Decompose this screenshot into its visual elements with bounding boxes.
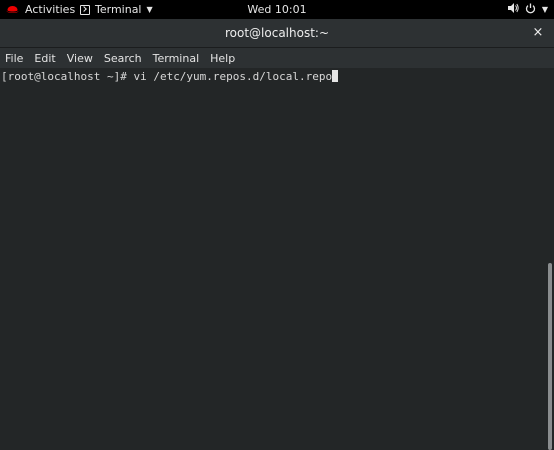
scrollbar[interactable] [546,68,554,450]
terminal-line: [root@localhost ~]# vi /etc/yum.repos.d/… [1,70,546,84]
app-menu-label: Terminal [95,3,142,16]
activities-button[interactable]: Activities [6,0,75,19]
menu-help[interactable]: Help [210,52,235,65]
close-button[interactable]: × [530,25,546,41]
typed-command: vi /etc/yum.repos.d/local.repo [133,70,333,83]
shell-prompt: [root@localhost ~]# [1,70,134,83]
system-tray[interactable]: ▼ [507,0,548,19]
terminal-area[interactable]: [root@localhost ~]# vi /etc/yum.repos.d/… [0,68,546,450]
power-icon[interactable] [525,3,536,17]
text-cursor [332,70,339,82]
activities-label: Activities [25,3,76,16]
redhat-icon [6,6,19,13]
terminal-icon [80,4,90,15]
volume-icon[interactable] [507,3,519,16]
gnome-top-bar: Activities Terminal ▼ Wed 10:01 ▼ [0,0,554,19]
menu-search[interactable]: Search [104,52,142,65]
scrollbar-thumb[interactable] [548,263,552,450]
chevron-down-icon: ▼ [146,5,153,14]
menu-bar: File Edit View Search Terminal Help [0,48,554,68]
chevron-down-icon[interactable]: ▼ [542,5,548,14]
window-title: root@localhost:~ [224,26,330,40]
app-menu-terminal[interactable]: Terminal ▼ [80,0,153,19]
menu-file[interactable]: File [5,52,23,65]
window-titlebar[interactable]: root@localhost:~ × [0,19,554,48]
menu-terminal[interactable]: Terminal [153,52,200,65]
menu-edit[interactable]: Edit [34,52,55,65]
menu-view[interactable]: View [67,52,93,65]
